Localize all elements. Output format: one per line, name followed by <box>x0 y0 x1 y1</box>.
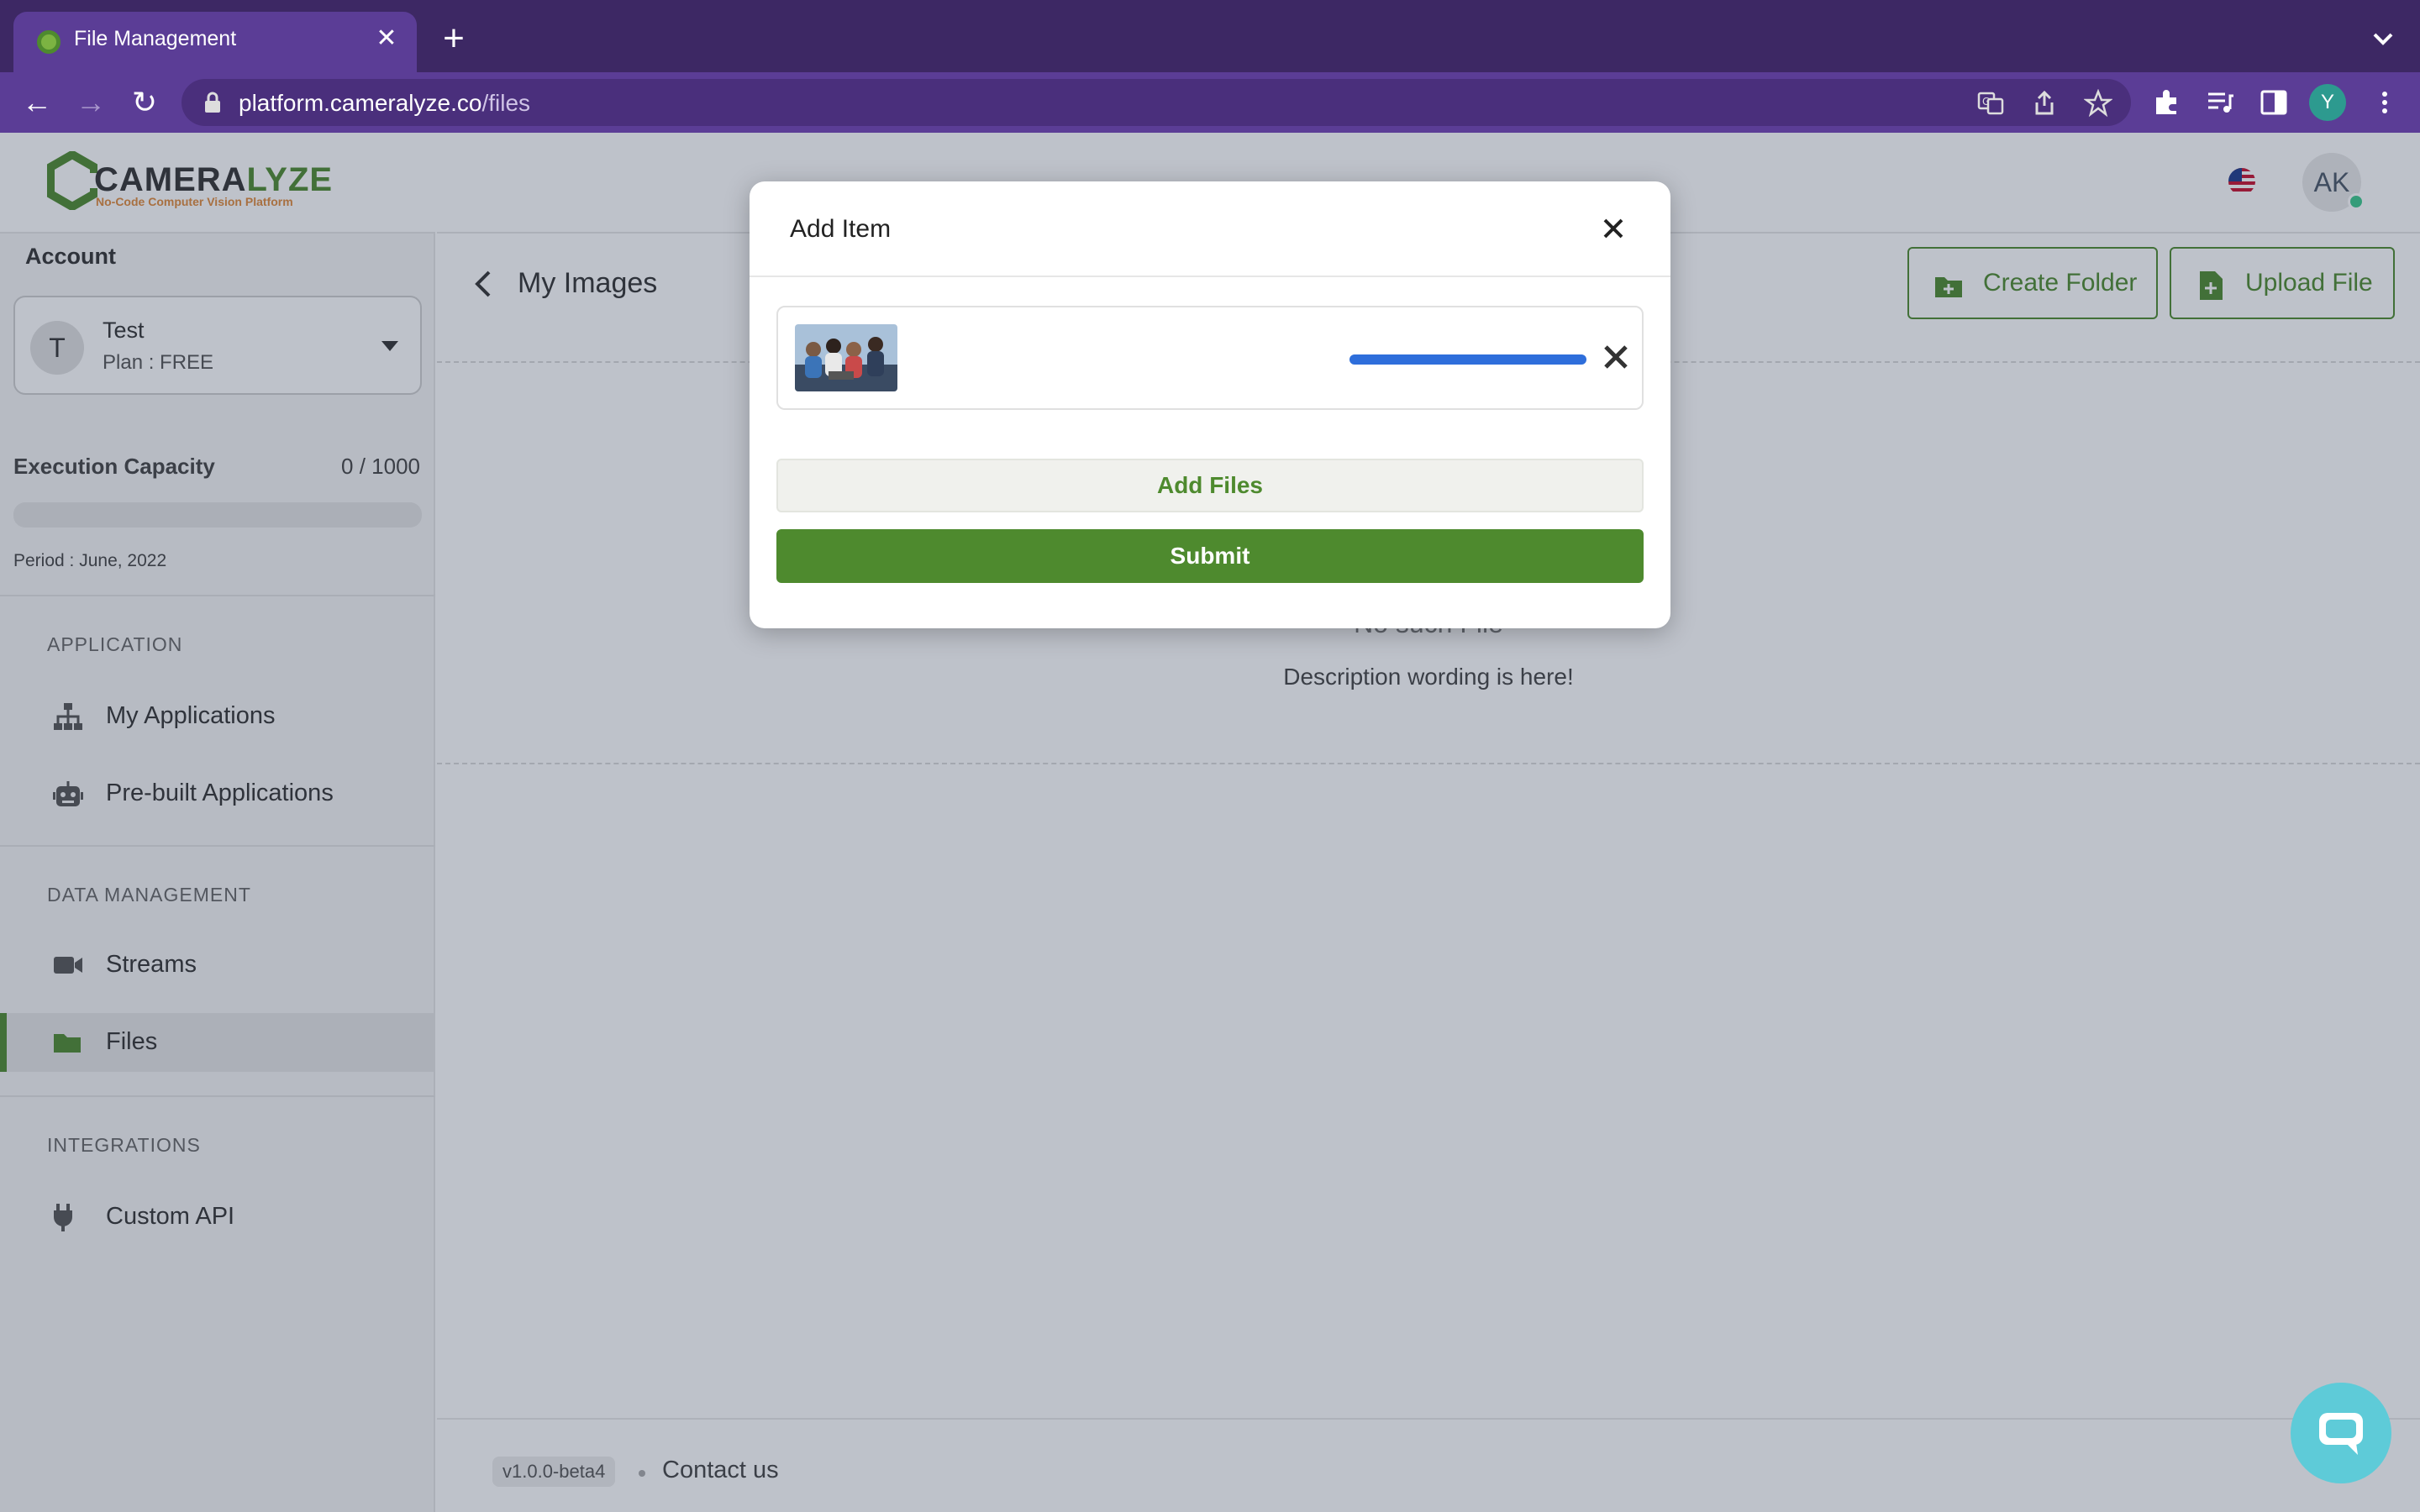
modal-title: Add Item <box>790 215 892 243</box>
translate-icon[interactable]: G <box>1976 89 2005 118</box>
image-thumbnail <box>795 324 897 391</box>
tab-close-icon[interactable]: ✕ <box>370 22 403 55</box>
add-files-button[interactable]: Add Files <box>776 459 1644 512</box>
upload-progress-fill <box>1349 354 1586 365</box>
modal-header: Add Item <box>750 181 1670 277</box>
forward-arrow-icon[interactable]: → <box>71 82 111 123</box>
extensions-puzzle-icon[interactable] <box>2151 87 2181 118</box>
browser-profile-avatar[interactable]: Y <box>2309 84 2346 121</box>
browser-menu-icon[interactable] <box>2370 87 2400 118</box>
reload-icon[interactable]: ↻ <box>124 82 165 123</box>
lock-icon <box>205 92 220 113</box>
chat-support-button[interactable] <box>2291 1383 2391 1483</box>
url-text: platform.cameralyze.co/files <box>239 90 531 116</box>
chat-icon <box>2319 1413 2363 1455</box>
bookmark-star-icon[interactable] <box>2084 89 2112 118</box>
side-panel-icon[interactable] <box>2259 87 2289 118</box>
add-item-modal: Add Item Add Files Submit <box>750 181 1670 628</box>
media-queue-icon[interactable] <box>2205 87 2235 118</box>
close-icon[interactable] <box>1597 212 1630 245</box>
browser-tab-strip: File Management ✕ + <box>0 0 2420 72</box>
address-bar[interactable]: platform.cameralyze.co/files G <box>182 79 2131 126</box>
new-tab-icon[interactable]: + <box>434 18 474 59</box>
tab-search-chevron-icon[interactable] <box>2366 22 2400 55</box>
remove-file-icon[interactable] <box>1600 341 1632 373</box>
browser-tab[interactable]: File Management ✕ <box>13 12 417 72</box>
share-icon[interactable] <box>2030 89 2059 118</box>
browser-toolbar: ← → ↻ platform.cameralyze.co/files G Y <box>0 72 2420 133</box>
upload-file-item <box>776 306 1644 410</box>
tab-title: File Management <box>74 27 237 50</box>
favicon-icon <box>37 30 60 54</box>
upload-progress-bar <box>1349 354 1586 365</box>
submit-button[interactable]: Submit <box>776 529 1644 583</box>
back-arrow-icon[interactable]: ← <box>17 82 57 123</box>
